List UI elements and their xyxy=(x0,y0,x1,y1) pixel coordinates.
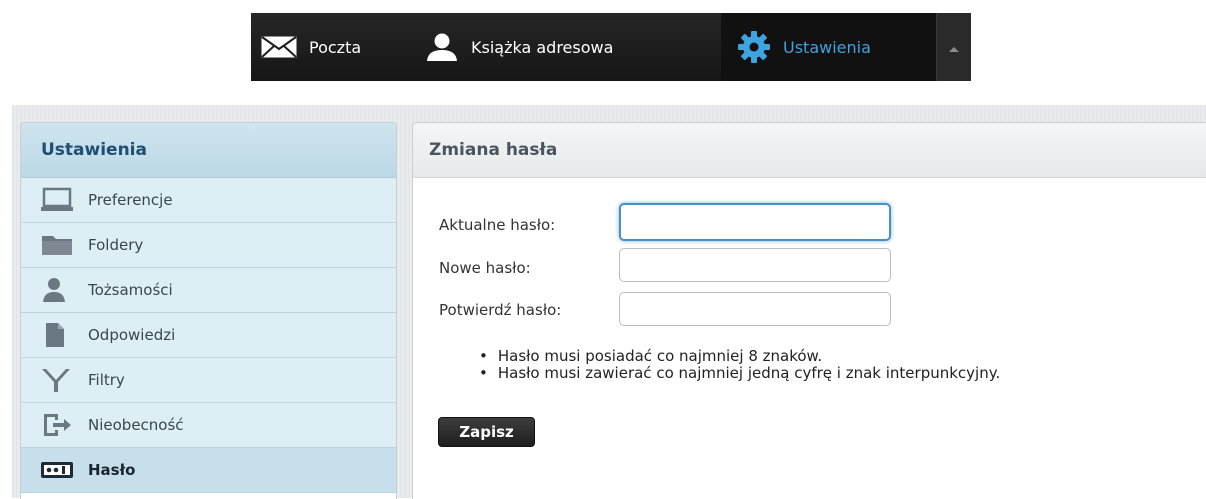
sidebar-title: Ustawienia xyxy=(21,123,396,178)
confirm-password-row: Potwierdź hasło: xyxy=(439,290,561,330)
nav-settings-label: Ustawienia xyxy=(783,37,871,57)
current-password-label: Aktualne hasło: xyxy=(439,216,556,234)
sidebar-item-password[interactable]: Hasło xyxy=(21,448,396,493)
filter-icon xyxy=(40,366,74,394)
caret-up-icon xyxy=(948,38,960,57)
sidebar-item-identities[interactable]: Tożsamości xyxy=(21,268,396,313)
folder-icon xyxy=(40,231,74,259)
sidebar-item-label: Nieobecność xyxy=(88,416,184,434)
nav-more-button[interactable] xyxy=(936,13,971,81)
sidebar-item-preferences[interactable]: Preferencje xyxy=(21,178,396,223)
document-icon xyxy=(40,321,74,349)
person-icon xyxy=(40,276,74,304)
sidebar-item-filters[interactable]: Filtry xyxy=(21,358,396,403)
save-button[interactable]: Zapisz xyxy=(438,417,535,447)
nav-settings[interactable]: Ustawienia xyxy=(721,13,936,81)
settings-sidebar: Ustawienia Preferencje Foldery Tożsamośc… xyxy=(20,122,397,499)
current-password-row: Aktualne hasło: xyxy=(439,205,555,245)
new-password-row: Nowe hasło: xyxy=(439,248,531,288)
new-password-label: Nowe hasło: xyxy=(439,259,531,277)
confirm-password-label: Potwierdź hasło: xyxy=(439,301,562,319)
nav-mail-label: Poczta xyxy=(309,37,362,57)
sidebar-item-label: Foldery xyxy=(88,236,144,254)
confirm-password-field[interactable] xyxy=(619,292,891,326)
nav-address-book-label: Książka adresowa xyxy=(471,37,614,57)
exit-icon xyxy=(40,411,74,439)
sidebar-item-label: Preferencje xyxy=(88,191,173,209)
nav-mail[interactable]: Poczta xyxy=(251,13,411,81)
sidebar-item-label: Odpowiedzi xyxy=(88,326,176,344)
top-navigation: Poczta Książka adresowa Ustawienia xyxy=(251,13,971,81)
settings-frame: Ustawienia Preferencje Foldery Tożsamośc… xyxy=(12,105,1206,499)
current-password-field[interactable] xyxy=(619,203,891,241)
password-icon xyxy=(40,456,74,484)
password-change-panel: Zmiana hasła Aktualne hasło: Nowe hasło:… xyxy=(412,122,1206,499)
gear-icon xyxy=(737,30,771,64)
nav-address-book[interactable]: Książka adresowa xyxy=(411,13,721,81)
new-password-field[interactable] xyxy=(619,248,891,282)
panel-title: Zmiana hasła xyxy=(413,123,1206,178)
sidebar-item-folders[interactable]: Foldery xyxy=(21,223,396,268)
sidebar-item-label: Hasło xyxy=(88,461,136,479)
laptop-icon xyxy=(40,186,74,214)
requirement-min-length: Hasło musi posiadać co najmniej 8 znaków… xyxy=(479,348,1000,365)
password-requirements: Hasło musi posiadać co najmniej 8 znaków… xyxy=(479,348,1000,382)
requirement-digit-punctuation: Hasło musi zawierać co najmniej jedną cy… xyxy=(479,365,1000,382)
mail-icon xyxy=(261,36,297,58)
sidebar-item-responses[interactable]: Odpowiedzi xyxy=(21,313,396,358)
sidebar-item-label: Filtry xyxy=(88,371,125,389)
person-icon xyxy=(425,32,459,62)
sidebar-item-label: Tożsamości xyxy=(88,281,173,299)
sidebar-item-out-of-office[interactable]: Nieobecność xyxy=(21,403,396,448)
